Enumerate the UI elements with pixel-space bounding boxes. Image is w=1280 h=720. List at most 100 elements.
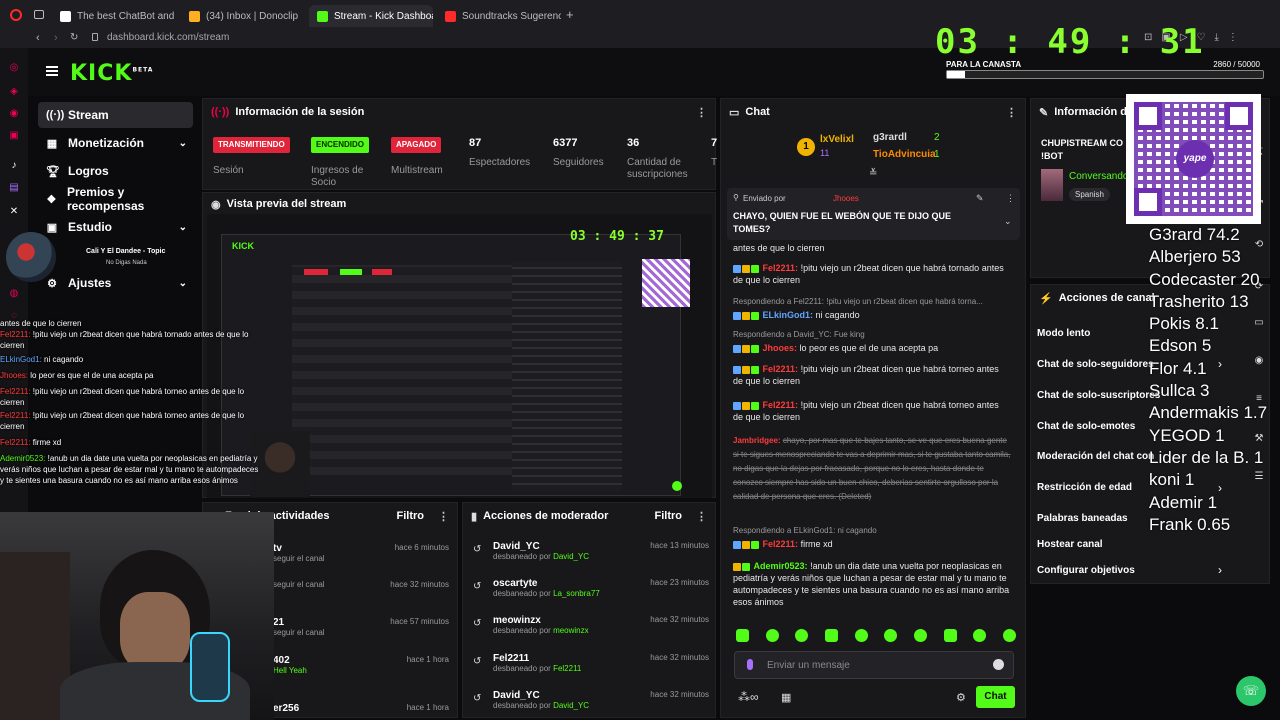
opera-icon[interactable] <box>10 9 22 21</box>
chat-tools-icon[interactable]: ⁂∞ <box>738 690 759 704</box>
emote-icon[interactable] <box>854 629 868 642</box>
panel-title: Chat <box>745 106 770 118</box>
youtube-favicon-icon <box>445 10 456 22</box>
sidebar-icon-1[interactable]: ◎ <box>8 62 20 74</box>
status-badge-partner: ENCENDIDO <box>311 137 370 153</box>
chat-reply-context: Respondiendo a ELkinGod1: ni cagando <box>733 526 877 535</box>
emote-icon[interactable] <box>736 629 749 642</box>
more-icon[interactable]: ⋮ <box>696 106 707 119</box>
support-icon[interactable]: ☏ <box>1236 676 1266 706</box>
emoji-icon[interactable] <box>993 659 1004 670</box>
leaderboard-entry: Codecaster 20 <box>1149 269 1260 289</box>
category-thumbnail <box>1041 169 1063 201</box>
kick-logo[interactable]: KICKBETA <box>70 61 153 86</box>
action-banned-words[interactable]: Palabras baneadas <box>1037 513 1128 524</box>
action-followers-only[interactable]: Chat de solo-seguidores <box>1037 359 1154 370</box>
menu-icon[interactable] <box>46 66 58 76</box>
emote-icon[interactable] <box>1002 629 1016 642</box>
tiktok-icon[interactable]: ♪ <box>8 160 20 172</box>
url-input[interactable]: dashboard.kick.com/stream <box>107 32 229 43</box>
forward-icon[interactable]: › <box>54 32 58 44</box>
top-gifter-name: lxVelixl <box>820 134 854 145</box>
preview-badge-red-2 <box>372 269 392 275</box>
filter-button[interactable]: Filtro <box>397 510 425 522</box>
more-icon[interactable]: ⋮ <box>438 510 449 523</box>
webcam-overlay <box>0 512 274 720</box>
unban-icon: ↺ <box>473 544 482 555</box>
emote-icon[interactable] <box>913 629 927 642</box>
emote-icon[interactable] <box>973 629 987 642</box>
panel-title: Acciones de canal <box>1058 292 1155 304</box>
chat-message: antes de que lo cierren <box>733 243 825 253</box>
moderator-row: ↺ meowinzx desbaneado por meowinzx hace 3… <box>473 615 709 635</box>
chevron-down-icon[interactable]: ≚ <box>869 168 877 179</box>
overlay-chat-message: Fel2211: firme xd <box>0 438 62 447</box>
chevron-down-icon: ⌄ <box>178 137 187 149</box>
pinned-user: Jhooes <box>833 194 859 203</box>
sidebar-icon-3[interactable]: ◉ <box>8 108 20 120</box>
preview-chat-column <box>512 261 622 491</box>
action-configure-goals[interactable]: Configurar objetivos <box>1037 565 1135 576</box>
panel-title: Información de la sesión <box>235 106 365 118</box>
more-icon[interactable]: ⋮ <box>1006 106 1017 119</box>
unpin-icon[interactable]: ✎ <box>976 193 984 204</box>
activity-row: tv seguir el canal hace 6 minutos <box>273 543 449 563</box>
sidebar-icon-4[interactable]: ▣ <box>8 130 20 142</box>
x-icon[interactable]: ✕ <box>8 206 20 218</box>
chat-input-placeholder: Enviar un mensaje <box>767 660 850 671</box>
sidebar-icon-2[interactable]: ◈ <box>8 86 20 98</box>
tab-chatbot[interactable]: The best ChatBot and Wo <box>52 5 174 27</box>
chat-settings-icon[interactable]: ⚙ <box>956 691 966 704</box>
nav-item-logros[interactable]: 🏆︎ Logros <box>38 158 193 184</box>
stream-timer: 03 : 49 : 31 <box>935 22 1205 62</box>
emote-icon[interactable] <box>765 629 779 642</box>
tab-list-icon[interactable] <box>34 10 44 19</box>
tab-kick-dashboard[interactable]: Stream - Kick Dashboard <box>309 5 433 27</box>
stream-category: Conversando <box>1069 171 1129 182</box>
twitch-icon[interactable]: ▤ <box>8 182 20 194</box>
chat-message-deleted: Jambridgee: chayo, por mas que te bajes … <box>733 436 1011 501</box>
action-host-channel[interactable]: Hostear canal <box>1037 539 1103 550</box>
emote-icon[interactable] <box>824 629 838 642</box>
back-icon[interactable]: ‹ <box>36 32 40 44</box>
preview-green-dot <box>672 481 682 491</box>
action-chat-moderation[interactable]: Moderación del chat con <box>1037 451 1154 462</box>
status-badge-session: TRANSMITIENDO <box>213 137 290 153</box>
chat-send-button[interactable]: Chat <box>976 686 1015 708</box>
tab-donoclip[interactable]: (34) Inbox | Donoclip <box>181 5 303 27</box>
stream-title: CHUPISTREAM CO !BOT <box>1041 138 1124 161</box>
store-icon[interactable]: ▦ <box>781 691 791 704</box>
nav-item-monetizacion[interactable]: ▦ Monetización ⌄ <box>38 130 193 156</box>
chat-input[interactable]: Enviar un mensaje <box>734 651 1014 679</box>
action-subscribers-only[interactable]: Chat de solo-suscriptores <box>1037 390 1160 401</box>
goal-progress-bar <box>946 70 1264 79</box>
overlay-chat-message: Jhooes: lo peor es que el de una acepta … <box>0 371 154 380</box>
chatbot-favicon-icon <box>60 10 71 22</box>
expand-icon[interactable]: ⌄ <box>1004 216 1012 227</box>
tab-soundtracks[interactable]: Soundtracks Sugerencias <box>437 5 561 27</box>
nav-item-premios[interactable]: ❖ Premios y recompensas <box>38 185 193 213</box>
overlay-chat-message: Ademir0523: !anub un dia date una vuelta… <box>0 454 259 485</box>
reload-icon[interactable]: ↻ <box>70 32 78 43</box>
mic-icon[interactable] <box>747 659 753 670</box>
action-slow-mode[interactable]: Modo lento <box>1037 328 1090 339</box>
action-age-restriction[interactable]: Restricción de edad <box>1037 482 1132 493</box>
action-emotes-only[interactable]: Chat de solo-emotes <box>1037 421 1135 432</box>
panel-title: Acciones de moderador <box>483 510 609 522</box>
sidebar-icon-8[interactable]: ◍ <box>8 288 20 300</box>
new-tab-button[interactable]: + <box>566 7 574 22</box>
more-icon[interactable]: ⋮ <box>696 510 707 523</box>
unban-icon: ↺ <box>473 618 482 629</box>
top-gifter-name: g3rardl <box>873 132 907 143</box>
unban-icon: ↺ <box>473 656 482 667</box>
top-gifter-count: 2 <box>934 132 940 143</box>
stream-preview-video[interactable]: KICK 03 : 49 : 37 <box>207 214 712 498</box>
more-icon[interactable]: ⋮ <box>1006 193 1015 204</box>
emote-icon[interactable] <box>884 629 898 642</box>
emote-icon[interactable] <box>795 629 809 642</box>
preview-qr <box>642 259 690 307</box>
emote-icon[interactable] <box>943 629 957 642</box>
nav-item-stream[interactable]: ((·)) Stream <box>38 102 193 128</box>
filter-button[interactable]: Filtro <box>655 510 683 522</box>
partner-label: Ingresos de Socio <box>311 165 364 188</box>
